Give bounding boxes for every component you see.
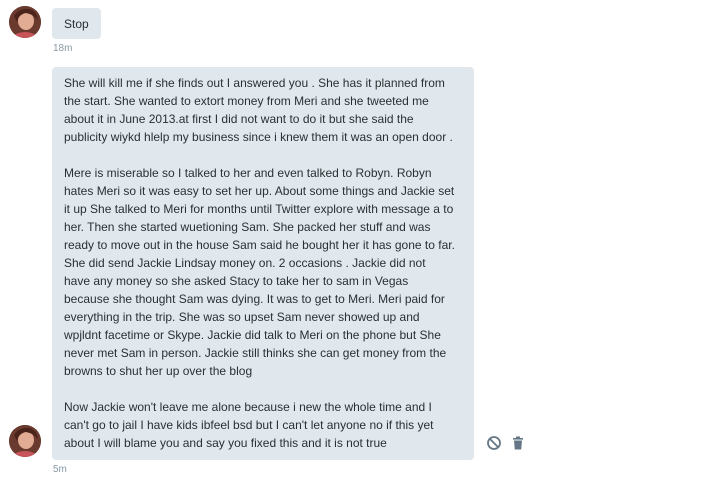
avatar-image	[9, 6, 41, 38]
trash-icon[interactable]	[510, 435, 526, 451]
message-text: Stop	[64, 17, 89, 31]
avatar-image	[9, 425, 41, 457]
message-actions	[486, 435, 526, 451]
message-timestamp: 5m	[53, 464, 67, 475]
message-paragraph: She will kill me if she finds out I answ…	[64, 76, 453, 144]
message-paragraph: Now Jackie won't leave me alone because …	[64, 400, 434, 450]
sender-avatar[interactable]	[9, 6, 41, 38]
sender-avatar[interactable]	[9, 425, 41, 457]
message-bubble[interactable]: Stop	[52, 8, 101, 39]
message-paragraph: Mere is miserable so I talked to her and…	[64, 166, 455, 378]
block-icon[interactable]	[486, 435, 502, 451]
message-timestamp: 18m	[53, 43, 73, 54]
message-bubble[interactable]: She will kill me if she finds out I answ…	[52, 67, 474, 460]
